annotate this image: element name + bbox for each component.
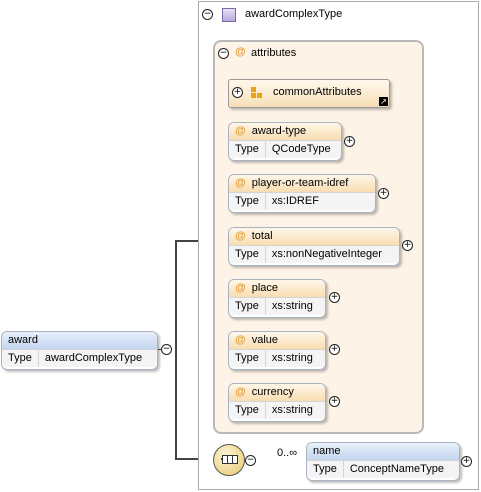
attributes-at-symbol: @ (235, 46, 246, 58)
attribute-award-type[interactable]: @ award-type Type QCodeType (228, 122, 342, 161)
attribute-group-icon (251, 87, 263, 99)
sequence-compositor-icon[interactable] (213, 444, 245, 476)
attribute-player-or-team-idref[interactable]: @ player-or-team-idref Type xs:IDREF (228, 174, 376, 213)
attribute-name: total (251, 230, 273, 242)
attribute-type: xs:IDREF (271, 195, 319, 207)
attribute-total[interactable]: @ total Type xs:nonNegativeInteger (228, 227, 400, 266)
collapse-attributes-button[interactable]: − (218, 48, 229, 59)
attribute-type: xs:string (271, 404, 313, 416)
child-element-label: name (307, 443, 459, 460)
collapse-root-button[interactable]: − (161, 344, 172, 355)
attribute-type: xs:string (271, 352, 313, 364)
attribute-type: xs:nonNegativeInteger (271, 248, 382, 260)
attribute-type: xs:string (271, 300, 313, 312)
child-element-name[interactable]: name Type ConceptNameType (306, 442, 460, 481)
common-attributes-name: commonAttributes (273, 86, 362, 98)
expand-currency-button[interactable]: + (329, 396, 340, 407)
attribute-name: place (251, 282, 279, 294)
common-attributes-ref[interactable]: + commonAttributes ↗ (228, 79, 390, 108)
complex-type-name: awardComplexType (245, 8, 343, 20)
expand-player-or-team-idref-button[interactable]: + (378, 188, 389, 199)
expand-value-button[interactable]: + (329, 344, 340, 355)
expand-total-button[interactable]: + (402, 240, 413, 251)
expand-place-button[interactable]: + (329, 292, 340, 303)
root-type-key: Type (2, 350, 39, 367)
attribute-name: player-or-team-idref (251, 177, 349, 189)
root-element-name: award (2, 332, 157, 349)
attribute-type: QCodeType (271, 143, 331, 155)
expand-common-attributes-button[interactable]: + (232, 87, 243, 98)
attribute-name: value (251, 334, 279, 346)
attribute-name: award-type (251, 125, 307, 137)
attributes-label: attributes (251, 47, 297, 59)
expand-child-button[interactable]: + (461, 456, 472, 467)
attribute-place[interactable]: @ place Type xs:string (228, 279, 326, 318)
expand-award-type-button[interactable]: + (344, 136, 355, 147)
root-element-award[interactable]: award Type awardComplexType (1, 331, 158, 370)
child-type-key: Type (307, 461, 344, 478)
complex-type-icon (222, 8, 236, 22)
attribute-name: currency (251, 386, 294, 398)
collapse-complex-type-button[interactable]: − (202, 9, 213, 20)
child-type-value: ConceptNameType (349, 463, 445, 475)
child-cardinality: 0..∞ (277, 447, 298, 459)
collapse-sequence-button[interactable]: − (245, 455, 256, 466)
connector-trunk (175, 240, 177, 460)
reference-arrow-icon: ↗ (379, 97, 388, 106)
attribute-value[interactable]: @ value Type xs:string (228, 331, 326, 370)
attribute-currency[interactable]: @ currency Type xs:string (228, 383, 326, 422)
root-type-value: awardComplexType (44, 352, 143, 364)
